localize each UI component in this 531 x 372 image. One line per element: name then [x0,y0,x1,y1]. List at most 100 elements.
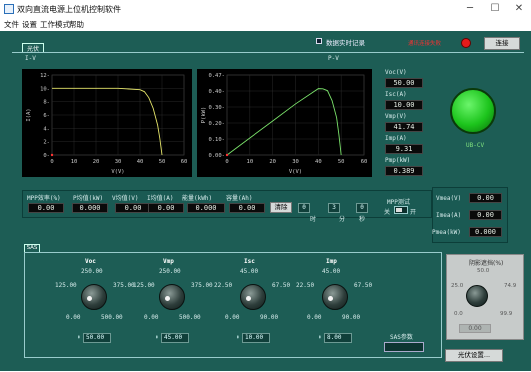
x-tick-label: 60 [181,159,188,165]
isc-readout: 10.00 [385,100,423,110]
knob-scale-bl-voc: 0.00 [66,314,81,321]
x-tick-label: 30 [292,159,299,165]
timer-hours[interactable]: 0 [298,203,310,213]
x-tick-label: 10 [247,159,254,165]
knob-stepper-icon: ⬍ [318,334,322,341]
knob-value-isc[interactable]: 10.00 [242,333,270,343]
knob-scale-top-imp: 45.00 [322,268,341,275]
mpp-test-label: MPP测试 [387,199,410,206]
x-tick-label: 20 [93,159,100,165]
iv-chart: 0 10 20 30 40 50 60 0- 2- 4- 6- 8- 10- 12- V(V) I(A) [22,69,192,177]
sas-param-label: SAS参数 [390,334,413,341]
timer-minutes-label: 分 [339,216,346,223]
minimize-button[interactable]: ─ [462,2,478,16]
stat-label-i-avg: I均值(A) [147,195,174,202]
y-tick-label: 0- [43,153,50,159]
menu-work-mode[interactable]: 工作模式 [40,19,70,30]
knob-scale-bl-vmp: 0.00 [144,314,159,321]
timer-minutes[interactable]: 3 [328,203,340,213]
stat-value-v-avg: 0.00 [115,203,151,213]
pv-settings-button[interactable]: 光伏设置... [445,349,503,362]
clear-button[interactable]: 清除 [270,202,292,213]
mode-indicator-led [450,88,496,134]
stat-value-mpp-eff: 0.00 [28,203,64,213]
x-axis-label: V(V) [289,169,302,175]
stat-value-p-avg: 0.000 [72,203,108,213]
knob-scale-top-vmp: 250.00 [159,268,181,275]
knob-title-voc: Voc [85,258,96,265]
stat-value-capacity: 0.00 [229,203,265,213]
x-axis-label: V(V) [111,169,124,175]
stat-value-i-avg: 0.00 [148,203,184,213]
knob-stepper-icon: ⬍ [155,334,159,341]
imea-label: Imea(A) [436,212,462,219]
knob-scale-bl-isc: 0.00 [225,314,240,321]
y-tick-label: 4- [43,126,50,132]
knob-scale-left-isc: 22.50 [214,282,233,289]
pv-chart: 0 10 20 30 40 50 60 0.00- 0.10- 0.20- 0.30- 0.40- 0.… [197,69,372,177]
timer-seconds-label: 秒 [359,216,366,223]
shadow-scale-left: 25.0 [451,283,464,289]
knob-scale-top-voc: 250.00 [81,268,103,275]
stat-label-v-avg: V均值(V) [112,195,139,202]
knob-scale-br-isc: 90.00 [260,314,279,321]
pv-chart-svg: 0 10 20 30 40 50 60 0.00- 0.10- 0.20- 0.30- 0.40- 0.… [201,73,367,175]
sas-param-box [384,342,424,352]
x-tick-label: 0 [225,159,228,165]
pmea-label: Pmea(kW) [432,229,461,236]
y-tick-label: 6- [43,113,50,119]
tab-divider [12,52,524,53]
knob-scale-right-imp: 67.50 [354,282,373,289]
x-tick-label: 40 [137,159,144,165]
pv-label: P-V [328,55,339,62]
connect-button[interactable]: 连接 [484,37,520,50]
mpp-test-switch[interactable] [394,206,408,214]
y-tick-label: 0.10- [208,137,225,143]
knob-voc[interactable] [81,284,107,310]
record-checkbox[interactable] [316,38,322,44]
series-line [226,88,342,156]
knob-scale-right-isc: 67.50 [272,282,291,289]
stat-label-mpp-eff: MPP效率(%) [27,195,61,202]
y-tick-label: 2- [43,140,50,146]
shadow-knob[interactable] [466,285,488,307]
side-readouts: Voc(V) 50.00 Isc(A) 10.00 Vmp(V) 41.74 I… [380,68,428,183]
knob-imp[interactable] [322,284,348,310]
app-icon [4,4,14,14]
y-tick-label: 12- [40,73,50,79]
pmea-readout: 0.000 [469,227,502,237]
pmp-label: Pmp(kW) [385,157,411,164]
knob-value-vmp[interactable]: 45.00 [161,333,189,343]
x-tick-label: 40 [315,159,322,165]
knob-value-imp[interactable]: 8.00 [324,333,352,343]
close-button[interactable]: ✕ [511,2,527,16]
vmp-label: Vmp(V) [385,113,407,120]
y-axis-label: I(A) [26,108,32,121]
shadow-value[interactable]: 0.00 [459,324,491,333]
knob-isc[interactable] [240,284,266,310]
origin-marker [225,153,229,157]
maximize-button[interactable]: ☐ [487,2,503,16]
vmea-label: Vmea(V) [436,195,462,202]
knob-pointer [165,296,170,301]
x-tick-label: 50 [338,159,345,165]
voc-readout: 50.00 [385,78,423,88]
menu-help[interactable]: 帮助 [69,19,84,30]
knob-vmp[interactable] [159,284,185,310]
menu-settings[interactable]: 设置 [22,19,37,30]
imp-label: Imp(A) [385,135,407,142]
stat-label-energy: 能量(kWh) [182,195,213,202]
stat-label-capacity: 容量(Ah) [226,195,253,202]
timer-hours-label: 时 [310,216,317,223]
status-led [461,38,471,48]
knob-stepper-icon: ⬍ [77,334,81,341]
knob-pointer [246,296,251,301]
title-bar: 双向直流电源上位机控制软件 ─ ☐ ✕ [0,0,531,19]
timer-seconds[interactable]: 0 [356,203,368,213]
x-tick-label: 50 [159,159,166,165]
y-tick-label: 0.20- [208,121,225,127]
knob-value-voc[interactable]: 50.00 [83,333,111,343]
origin-marker [50,153,54,157]
menu-file[interactable]: 文件 [4,19,19,30]
x-tick-label: 10 [71,159,78,165]
